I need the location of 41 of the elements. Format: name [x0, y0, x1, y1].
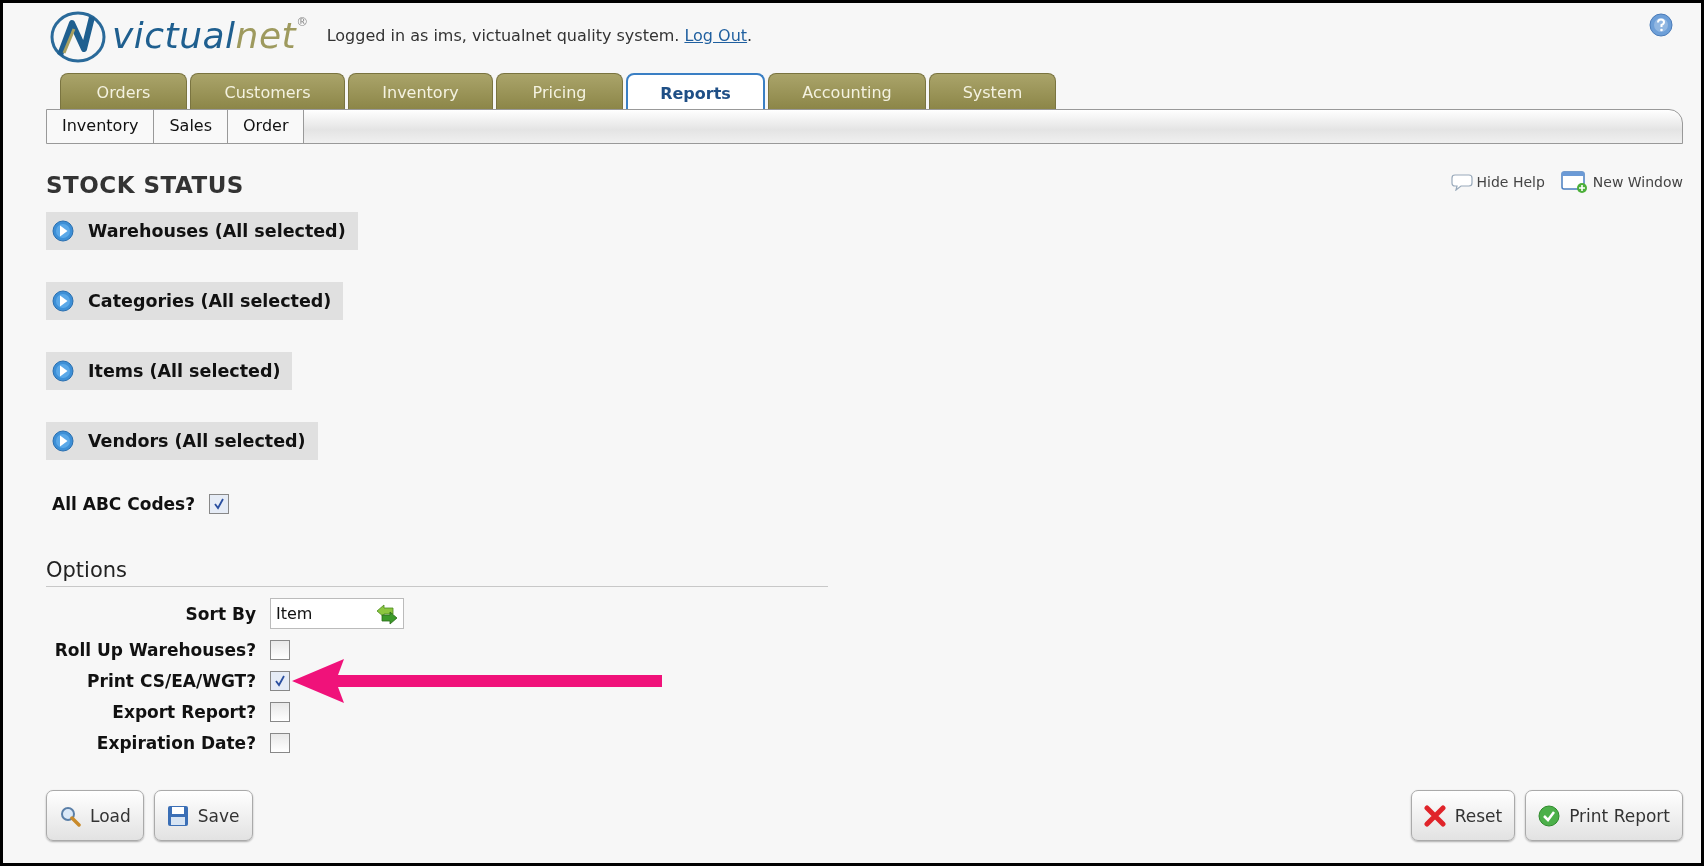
- window-plus-icon: [1560, 170, 1589, 194]
- logo-text: victualnet$^{®}$: [112, 14, 309, 56]
- new-window-link[interactable]: New Window: [1592, 174, 1683, 190]
- section-header[interactable]: Warehouses (All selected): [46, 212, 358, 250]
- checkbox-label: Expiration Date?: [95, 732, 256, 753]
- period-text: .: [747, 25, 753, 45]
- page-title: STOCK STATUS: [46, 172, 244, 198]
- checkbox[interactable]: [270, 670, 290, 691]
- nav-tab[interactable]: Reports: [626, 73, 765, 109]
- checkmark-icon: [212, 497, 227, 511]
- load-button[interactable]: Load: [46, 790, 144, 841]
- checkbox-label: Export Report?: [111, 701, 256, 722]
- subnav-tab[interactable]: Inventory: [47, 110, 155, 143]
- hide-help-link[interactable]: Hide Help: [1476, 174, 1545, 190]
- help-icon: [1649, 13, 1673, 37]
- save-button[interactable]: Save: [153, 790, 253, 841]
- login-text: Logged in as ims, victualnet quality system.: [326, 25, 680, 45]
- checkbox-label: All ABC Codes?: [52, 494, 196, 514]
- sort-by-select[interactable]: Item: [270, 598, 404, 629]
- checkbox[interactable]: [270, 732, 290, 753]
- logout-link[interactable]: Log Out: [684, 25, 748, 45]
- check-circle-icon: [1538, 804, 1561, 827]
- print-button[interactable]: Print Report: [1525, 790, 1683, 841]
- subnav-tab[interactable]: Order: [228, 110, 305, 143]
- checkbox[interactable]: [270, 639, 290, 660]
- checkbox[interactable]: [270, 701, 290, 722]
- x-icon: [1423, 804, 1446, 827]
- reset-button[interactable]: Reset: [1410, 790, 1516, 841]
- section-header[interactable]: Categories (All selected): [46, 282, 344, 320]
- subnav-tab[interactable]: Sales: [154, 110, 228, 143]
- section-header[interactable]: Items (All selected): [46, 352, 293, 390]
- checkbox-label: Roll Up Warehouses?: [53, 639, 256, 660]
- field-label: Sort By: [184, 603, 256, 624]
- checkbox-label: Print CS/EA/WGT?: [86, 670, 256, 691]
- swap-arrows-icon: [375, 602, 399, 625]
- speech-bubble-icon: [1450, 173, 1473, 191]
- section-header[interactable]: Vendors (All selected): [46, 422, 318, 460]
- checkbox[interactable]: [209, 494, 230, 514]
- magnifier-icon: [59, 804, 81, 827]
- checkmark-icon: [273, 673, 287, 688]
- options-heading: Options: [46, 558, 828, 587]
